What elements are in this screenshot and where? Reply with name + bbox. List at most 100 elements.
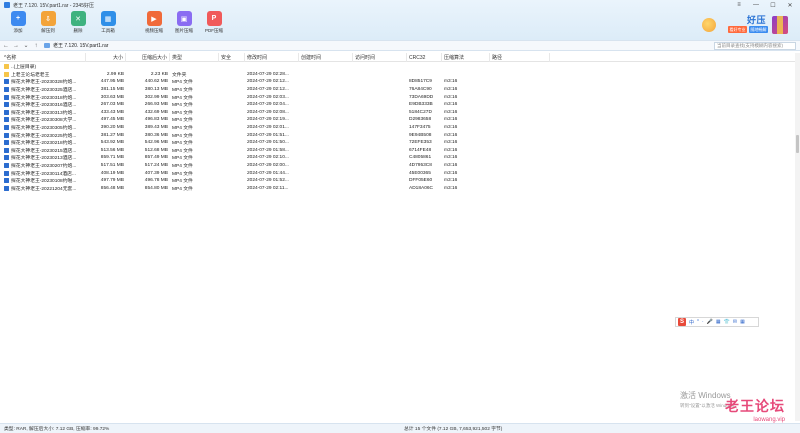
table-row[interactable]: 探花大神老王-20230308大学... 497.45 MB 496.83 MB MP… [0, 116, 800, 124]
table-row[interactable]: 探花大神老王-20230218约炮... 543.92 MB 542.96 MB MP… [0, 139, 800, 147]
cell-type: MP4 文件 [170, 162, 219, 170]
table-row[interactable]: 探花大神老王-20230215酒店... 513.56 MB 512.68 MB MP… [0, 147, 800, 155]
cell-text: 2024-07-29 02:10... [247, 155, 289, 161]
cell-name: 探花大神老王-20230316酒店... [2, 101, 86, 109]
column-header-label: 类型 [172, 55, 183, 61]
cell-method: m3:16 [442, 124, 490, 132]
column-header-0[interactable]: ^ 名称 [2, 53, 86, 62]
back-arrow-icon[interactable]: ← [2, 42, 10, 50]
cell-text: 8D8517C9 [409, 79, 432, 85]
ime-item[interactable]: 中 [689, 319, 694, 326]
table-row[interactable]: 探花大神老王-20230213酒店... 859.71 MB 857.49 MB MP… [0, 154, 800, 162]
ime-item[interactable]: 👕 [724, 319, 730, 325]
cell-text: 探花大神老王-20221204无套... [11, 186, 77, 192]
column-header-1[interactable]: 大小 [86, 53, 126, 62]
table-row[interactable]: 探花大神老王-20230316酒店... 267.03 MB 266.93 MB MP… [0, 101, 800, 109]
cell-packed: 407.39 MB [126, 169, 170, 177]
cell-text: 2024-07-29 02:08... [247, 109, 289, 115]
cell-text: 探花大神老王-20230318约炮... [11, 95, 77, 101]
table-row[interactable]: 探花大神老王-20230328约炮... 447.95 MB 440.62 MB MP… [0, 78, 800, 86]
table-row[interactable]: 上老王论坛老老王 2.99 KB 2.23 KB 文件夹 2024-07-29 02:2… [0, 71, 800, 79]
ime-item[interactable]: ▦ [716, 319, 721, 325]
close-icon[interactable]: ✕ [784, 2, 796, 9]
cell-crc: 4D7953C8 [407, 162, 442, 170]
table-row[interactable]: 探花大神老王-20221204无套... 856.48 MB 854.80 MB MP… [0, 185, 800, 193]
cell-method: m3:16 [442, 93, 490, 101]
toolbar-button-1[interactable]: ⇩ 解压到 [36, 11, 60, 34]
toolbar-button-3[interactable]: ▦ 工具箱 [96, 11, 120, 34]
ime-toolbar[interactable]: S 中 ° · 🎤 ▦ 👕 ✉ ▦ [675, 317, 759, 327]
cell-type: MP4 文件 [170, 116, 219, 124]
table-row[interactable]: 探花大神老王-20230313约炮... 433.43 MB 432.69 MB MP… [0, 109, 800, 117]
table-row[interactable]: 探花大神老王-20230114酒店... 408.19 MB 407.39 MB MP… [0, 169, 800, 177]
toolbar-button-5[interactable]: ▣ 图片压缩 [172, 11, 196, 34]
toolbox-icon: ▦ [100, 11, 116, 26]
cell-text: 探花大神老王-20230328约炮... [11, 80, 77, 86]
cell-text: MP4 文件 [172, 126, 193, 132]
toolbar-button-4[interactable]: ▶ 视频压缩 [142, 11, 166, 34]
table-row[interactable]: 探花大神老王-20230108约啪... 497.79 MB 496.78 MB MP… [0, 177, 800, 185]
menu-icon[interactable]: ≡ [733, 2, 745, 8]
cell-name: ..(上层目录) [2, 63, 86, 71]
cell-crc: D2983658 [407, 116, 442, 124]
cell-type: MP4 文件 [170, 78, 219, 86]
cell-text: 2024-07-29 01:44... [247, 170, 289, 176]
promo-banner[interactable]: 好压 看好专业 随地畅解 [700, 12, 788, 38]
ime-item[interactable]: ° [697, 319, 699, 325]
column-header-3[interactable]: 类型 [170, 53, 219, 62]
toolbar-button-0[interactable]: + 添加 [6, 11, 30, 34]
table-row[interactable]: 探花大神老王-20230207约炮... 517.51 MB 517.24 MB MP… [0, 162, 800, 170]
cell-type: MP4 文件 [170, 177, 219, 185]
cell-text: AD18A06C [409, 185, 433, 191]
maximize-icon[interactable]: ☐ [767, 2, 779, 9]
toolbar-button-6[interactable]: P PDF压缩 [202, 11, 226, 34]
cell-text: 859.71 MB [100, 155, 124, 161]
ime-item[interactable]: ✉ [733, 319, 737, 325]
table-row[interactable]: 探花大神老王-20230318约炮... 303.63 MB 302.99 MB MP… [0, 93, 800, 101]
cell-text: MP4 文件 [172, 110, 193, 116]
column-header-6[interactable]: 创建时间 [299, 53, 353, 62]
cell-text: 2024-07-29 02:12... [247, 79, 289, 85]
column-header-label: 访问时间 [355, 55, 376, 61]
toolbar-button-2[interactable]: ✕ 删除 [66, 11, 90, 34]
cell-modified: 2024-07-29 02:10... [245, 154, 299, 162]
ime-item[interactable]: ▦ [740, 319, 745, 325]
vertical-scrollbar[interactable] [795, 53, 800, 421]
cell-text: 探花大神老王-20230218约炮... [11, 141, 77, 147]
table-row[interactable]: ..(上层目录) [0, 63, 800, 71]
column-header-10[interactable]: 路径 [490, 53, 550, 62]
scrollbar-thumb[interactable] [796, 135, 799, 153]
cell-text: 856.48 MB [100, 185, 124, 191]
ime-item[interactable]: · [702, 319, 704, 325]
video-file-icon [4, 87, 9, 93]
column-header-7[interactable]: 访问时间 [353, 53, 407, 62]
table-row[interactable]: 探花大神老王-20230305约炮... 390.20 MB 389.43 MB MP… [0, 124, 800, 132]
image-compress-icon: ▣ [176, 11, 192, 26]
table-row[interactable]: 探花大神老王-20230225约炮... 381.27 MB 380.36 MB MP… [0, 131, 800, 139]
ime-item[interactable]: 🎤 [707, 319, 713, 325]
cell-name: 探花大神老王-20230328约炮... [2, 78, 86, 86]
cell-text: MP4 文件 [172, 133, 193, 139]
cell-method: m3:16 [442, 147, 490, 155]
video-file-icon [4, 94, 9, 100]
column-header-4[interactable]: 安全 [219, 53, 245, 62]
cell-text: 2024-07-29 02:04... [247, 102, 289, 108]
column-header-8[interactable]: CRC32 [407, 53, 442, 62]
column-header-2[interactable]: 压缩后大小 [126, 53, 170, 62]
chevron-down-icon[interactable]: ⌄ [22, 42, 30, 50]
cell-modified: 2024-07-29 01:51... [245, 131, 299, 139]
minimize-icon[interactable]: — [750, 2, 762, 8]
video-file-icon [4, 163, 9, 169]
table-row[interactable]: 探花大神老王-20230325酒店... 381.15 MB 380.13 MB MP… [0, 86, 800, 94]
column-header-label: 路径 [492, 55, 503, 61]
column-header-5[interactable]: 修改时间 [245, 53, 299, 62]
forward-arrow-icon[interactable]: → [12, 42, 20, 50]
up-arrow-icon[interactable]: ↑ [32, 42, 40, 50]
cell-modified: 2024-07-29 02:12... [245, 78, 299, 86]
search-input[interactable]: 当前目录查找(支持模糊内容搜索) [714, 42, 796, 50]
path-field[interactable]: 老王 7.120. 15V.part1.rar [44, 42, 704, 50]
cell-text: 408.19 MB [100, 170, 124, 176]
column-header-9[interactable]: 压缩算法 [442, 53, 490, 62]
address-bar: ← → ⌄ ↑ 老王 7.120. 15V.part1.rar 当前目录查找(支… [0, 40, 800, 51]
cell-packed: 432.69 MB [126, 109, 170, 117]
